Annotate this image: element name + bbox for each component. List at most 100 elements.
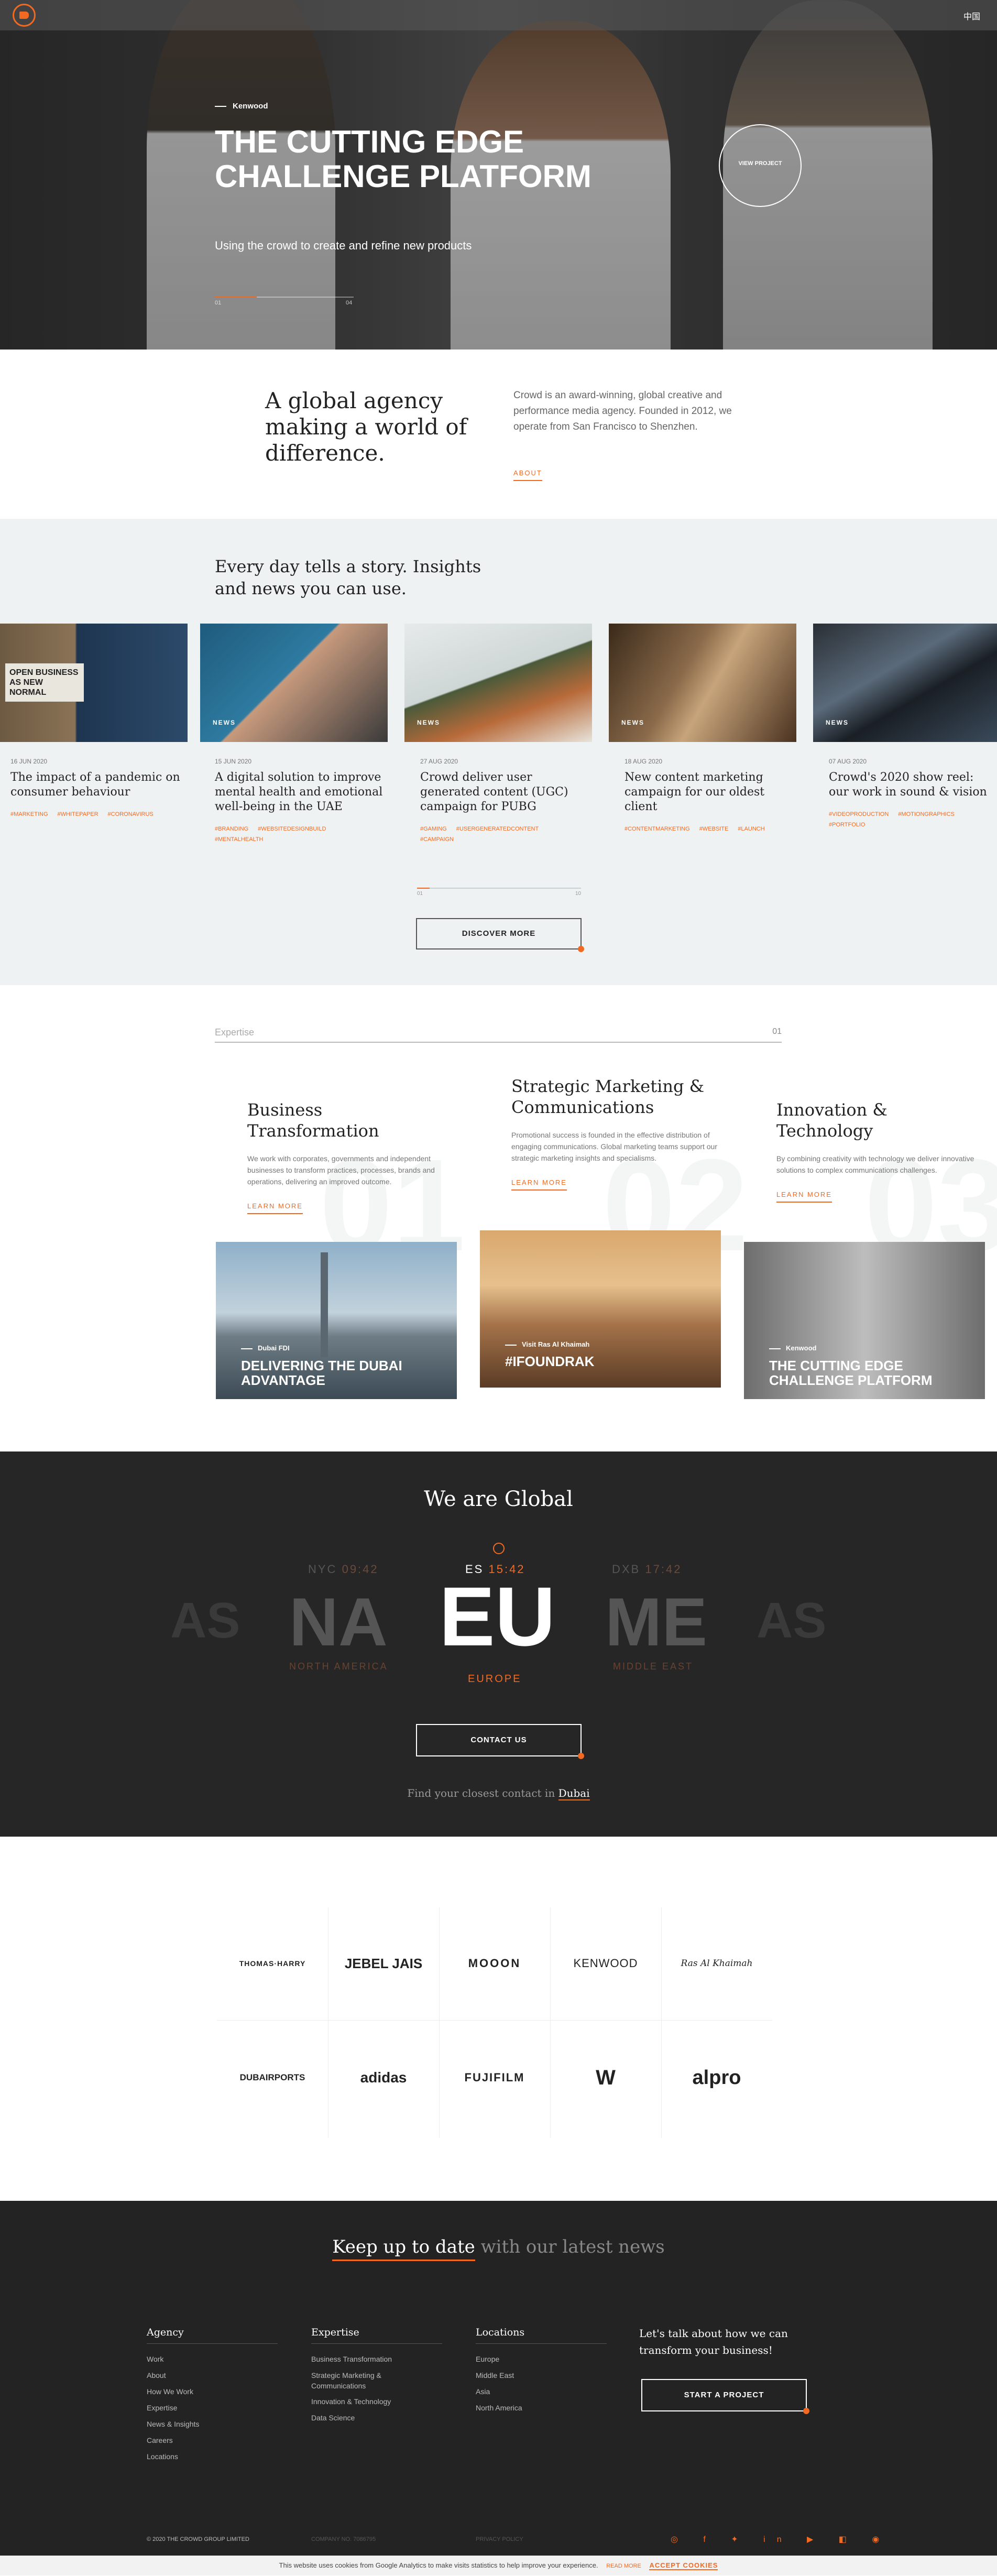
news-title[interactable]: Crowd deliver user generated content (UG… (404, 770, 592, 814)
news-title[interactable]: A digital solution to improve mental hea… (200, 770, 388, 814)
news-tags: #MARKETING #WHITEPAPER #CORONAVIRUS (0, 809, 188, 820)
footer-link[interactable]: Innovation & Technology (311, 2394, 442, 2410)
project-title: DELIVERING THE DUBAI ADVANTAGE (241, 1358, 402, 1388)
tag-link[interactable]: #USERGENERATEDCONTENT (456, 826, 539, 832)
tag-link[interactable]: #LAUNCH (738, 826, 764, 832)
footer-link[interactable]: North America (476, 2400, 607, 2416)
social-icons[interactable]: ◎ f ✦ in ▶ ◧ ◉ (671, 2534, 891, 2545)
tag-link[interactable]: #VIDEOPRODUCTION (829, 811, 889, 817)
news-card[interactable]: OPEN BUSINESS AS NEW NORMAL 16 JUN 2020 … (0, 624, 188, 820)
footer-link[interactable]: How We Work (147, 2384, 278, 2400)
footer-link[interactable]: Careers (147, 2432, 278, 2449)
footer-link[interactable]: Middle East (476, 2367, 607, 2384)
footer-link[interactable]: Asia (476, 2384, 607, 2400)
news-card[interactable]: NEWS 27 AUG 2020 Crowd deliver user gene… (404, 624, 592, 845)
footer-link[interactable]: News & Insights (147, 2416, 278, 2432)
news-card[interactable]: NEWS 07 AUG 2020 Crowd's 2020 show reel:… (813, 624, 997, 830)
news-tag-label: NEWS (417, 719, 440, 726)
tag-link[interactable]: #CONTENTMARKETING (625, 826, 690, 832)
footer-link[interactable]: Work (147, 2351, 278, 2367)
news-date: 07 AUG 2020 (829, 758, 867, 765)
project-title: THE CUTTING EDGE CHALLENGE PLATFORM (769, 1358, 933, 1388)
region-code[interactable]: AS (757, 1596, 826, 1646)
tag-link[interactable]: #BRANDING (215, 826, 248, 832)
about-link[interactable]: ABOUT (513, 469, 542, 481)
learn-more-link[interactable]: LEARN MORE (247, 1202, 303, 1214)
hero-subtitle: Using the crowd to create and refine new… (215, 239, 472, 252)
tag-link[interactable]: #GAMING (420, 826, 447, 832)
region-name: NORTH AMERICA (289, 1661, 388, 1672)
footer-link[interactable]: Expertise (147, 2400, 278, 2416)
discover-more-button[interactable]: DISCOVER MORE (416, 918, 584, 952)
footer-cta-text: Let's talk about how we can transform yo… (639, 2327, 788, 2356)
client-logo-thomasharry: THOMAS·HARRY (239, 1959, 306, 1968)
learn-more-link[interactable]: LEARN MORE (511, 1178, 567, 1191)
footer-col-title: Agency (147, 2327, 278, 2344)
project-card[interactable]: Kenwood THE CUTTING EDGE CHALLENGE PLATF… (744, 1242, 985, 1399)
news-tag-label: NEWS (826, 719, 849, 726)
footer-link[interactable]: Strategic Marketing & Communications (311, 2370, 395, 2391)
news-title[interactable]: The impact of a pandemic on consumer beh… (0, 770, 188, 800)
tag-link[interactable]: #MENTALHEALTH (215, 836, 264, 843)
region-code[interactable]: NA (289, 1588, 388, 1656)
start-project-button[interactable]: START A PROJECT (641, 2379, 809, 2414)
learn-more-link[interactable]: LEARN MORE (776, 1191, 832, 1203)
tag-link[interactable]: #WEBSITE (699, 826, 729, 832)
tag-link[interactable]: #PORTFOLIO (829, 822, 865, 828)
news-date: 16 JUN 2020 (10, 758, 48, 765)
news-slider-track[interactable] (417, 888, 581, 889)
footer-col-locations: Locations Europe Middle East Asia North … (476, 2327, 607, 2416)
tag-link[interactable]: #MARKETING (10, 811, 48, 817)
footer-link[interactable]: About (147, 2367, 278, 2384)
find-contact-city[interactable]: Dubai (558, 1787, 590, 1800)
tag-link[interactable]: #WEBSITEDESIGNBUILD (258, 826, 326, 832)
cookie-text: This website uses cookies from Google An… (279, 2561, 598, 2569)
news-card[interactable]: NEWS 18 AUG 2020 New content marketing c… (609, 624, 796, 834)
region-city-time: NYC 09:42 (308, 1563, 379, 1576)
find-contact-text: Find your closest contact in Dubai (0, 1787, 997, 1800)
tag-link[interactable]: #WHITEPAPER (58, 811, 98, 817)
newsletter-text: with our latest news (480, 2236, 665, 2257)
news-title[interactable]: Crowd's 2020 show reel: our work in soun… (813, 770, 997, 800)
burj-tower-shape (321, 1252, 328, 1357)
region-code[interactable]: ME (605, 1588, 707, 1656)
client-logo-fujifilm: FUJIFILM (464, 2071, 525, 2084)
news-tags: #VIDEOPRODUCTION #MOTIONGRAPHICS #PORTFOLI… (813, 809, 997, 830)
tag-link[interactable]: #CAMPAIGN (420, 836, 454, 843)
project-card[interactable]: Dubai FDI DELIVERING THE DUBAI ADVANTAGE (216, 1242, 457, 1399)
hero-title: THE CUTTING EDGE CHALLENGE PLATFORM (215, 124, 591, 194)
news-tag-label: NEWS (213, 719, 236, 726)
language-switch[interactable]: 中国 (963, 9, 980, 22)
newsletter-link[interactable]: Keep up to date (332, 2236, 475, 2261)
news-tags: #CONTENTMARKETING #WEBSITE #LAUNCH (609, 824, 796, 834)
region-code[interactable]: AS (170, 1596, 240, 1646)
project-client: Kenwood (769, 1344, 817, 1352)
project-card[interactable]: Visit Ras Al Khaimah #IFOUNDRAK (480, 1230, 721, 1388)
news-title[interactable]: New content marketing campaign for our o… (609, 770, 796, 814)
news-card[interactable]: NEWS 15 JUN 2020 A digital solution to i… (200, 624, 388, 845)
news-image: NEWS (200, 624, 388, 742)
news-tags: #GAMING #USERGENERATEDCONTENT #CAMPAIGN (404, 824, 592, 845)
read-more-link[interactable]: READ MORE (606, 2563, 641, 2569)
crowd-logo-icon[interactable] (13, 4, 36, 27)
privacy-link[interactable]: PRIVACY POLICY (476, 2536, 523, 2542)
client-logo-moon: MOOON (468, 1957, 521, 1970)
sun-icon (493, 1543, 505, 1554)
contact-us-button[interactable]: CONTACT US (416, 1724, 584, 1759)
view-project-button[interactable]: VIEW PROJECT (719, 124, 802, 207)
hero-index-end: 04 (346, 300, 353, 306)
tag-link[interactable]: #CORONAVIRUS (108, 811, 154, 817)
footer-link[interactable]: Business Transformation (311, 2351, 442, 2367)
region-code[interactable]: EU (439, 1575, 555, 1658)
news-tag-label: NEWS (621, 719, 644, 726)
footer-link[interactable]: Data Science (311, 2410, 442, 2426)
footer-link[interactable]: Locations (147, 2449, 278, 2465)
accept-cookies-button[interactable]: ACCEPT COOKIES (649, 2561, 718, 2570)
slider-index-start: 01 (417, 891, 423, 897)
footer-link[interactable]: Europe (476, 2351, 607, 2367)
expertise-bar: Expertise 01 (215, 1027, 782, 1043)
tag-link[interactable]: #MOTIONGRAPHICS (898, 811, 955, 817)
news-image: NEWS (404, 624, 592, 742)
footer-col-agency: Agency Work About How We Work Expertise … (147, 2327, 278, 2465)
footer-col-title: Expertise (311, 2327, 442, 2344)
